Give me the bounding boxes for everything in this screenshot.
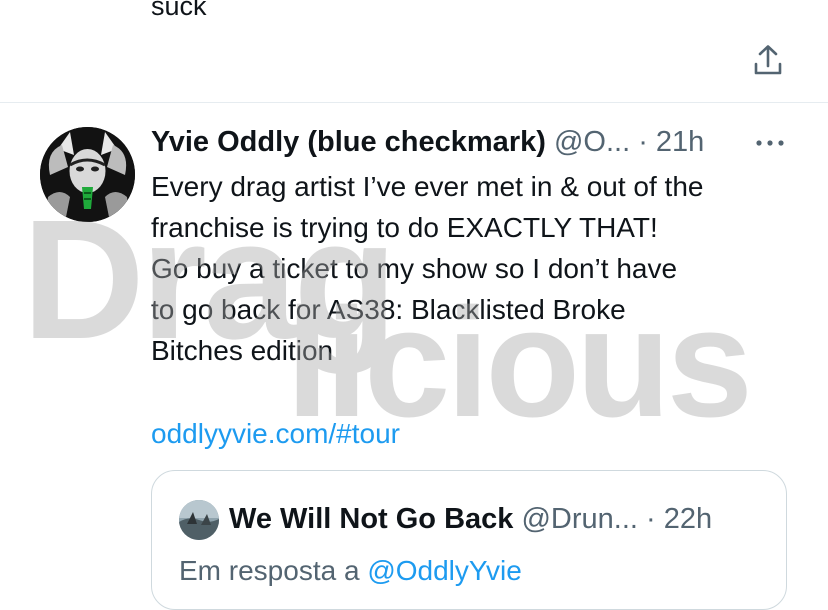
header-separator: · (638, 126, 648, 158)
quoted-tweet-header: We Will Not Go Back @Drun... · 22h (229, 499, 712, 539)
share-upload-icon (754, 45, 782, 75)
more-options-icon (756, 140, 784, 146)
tweet-timestamp[interactable]: 21h (656, 126, 704, 158)
author-handle[interactable]: @O... (554, 126, 630, 158)
reply-context: Em resposta a @OddlyYvie (179, 551, 522, 591)
author-avatar[interactable] (40, 127, 135, 222)
tweet-text-line: to go back for AS38: Blacklisted Broke (151, 294, 626, 325)
tweet-text-line: Bitches edition (151, 335, 334, 366)
reply-mention-link[interactable]: @OddlyYvie (367, 555, 522, 586)
author-display-name[interactable]: Yvie Oddly (blue checkmark) (151, 126, 546, 158)
tour-link[interactable]: oddlyyvie.com/#tour (151, 413, 400, 454)
reply-prefix: Em resposta a (179, 555, 360, 586)
quoted-tweet-timestamp[interactable]: 22h (664, 503, 712, 535)
quoted-author-avatar[interactable] (179, 500, 219, 540)
quoted-author-handle[interactable]: @Drun... (521, 503, 637, 535)
quoted-tweet-card[interactable]: We Will Not Go Back @Drun... · 22h Em re… (151, 470, 787, 610)
previous-tweet: suck (0, 0, 828, 103)
tweet-text-line: franchise is trying to do EXACTLY THAT! (151, 212, 658, 243)
tweet-divider (0, 102, 828, 103)
tweet-header: Yvie Oddly (blue checkmark) @O... · 21h (151, 122, 791, 162)
avatar-image (179, 500, 219, 540)
share-button[interactable] (750, 42, 786, 78)
more-options-button[interactable] (753, 130, 787, 156)
tweet-text-line: Every drag artist I’ve ever met in & out… (151, 171, 704, 202)
quoted-header-separator: · (646, 503, 656, 535)
previous-tweet-text: suck (151, 0, 207, 21)
avatar-image (40, 127, 135, 222)
tweet-text-line: Go buy a ticket to my show so I don’t ha… (151, 253, 678, 284)
quoted-author-display-name[interactable]: We Will Not Go Back (229, 503, 513, 535)
tweet-text: Every drag artist I’ve ever met in & out… (151, 166, 801, 371)
